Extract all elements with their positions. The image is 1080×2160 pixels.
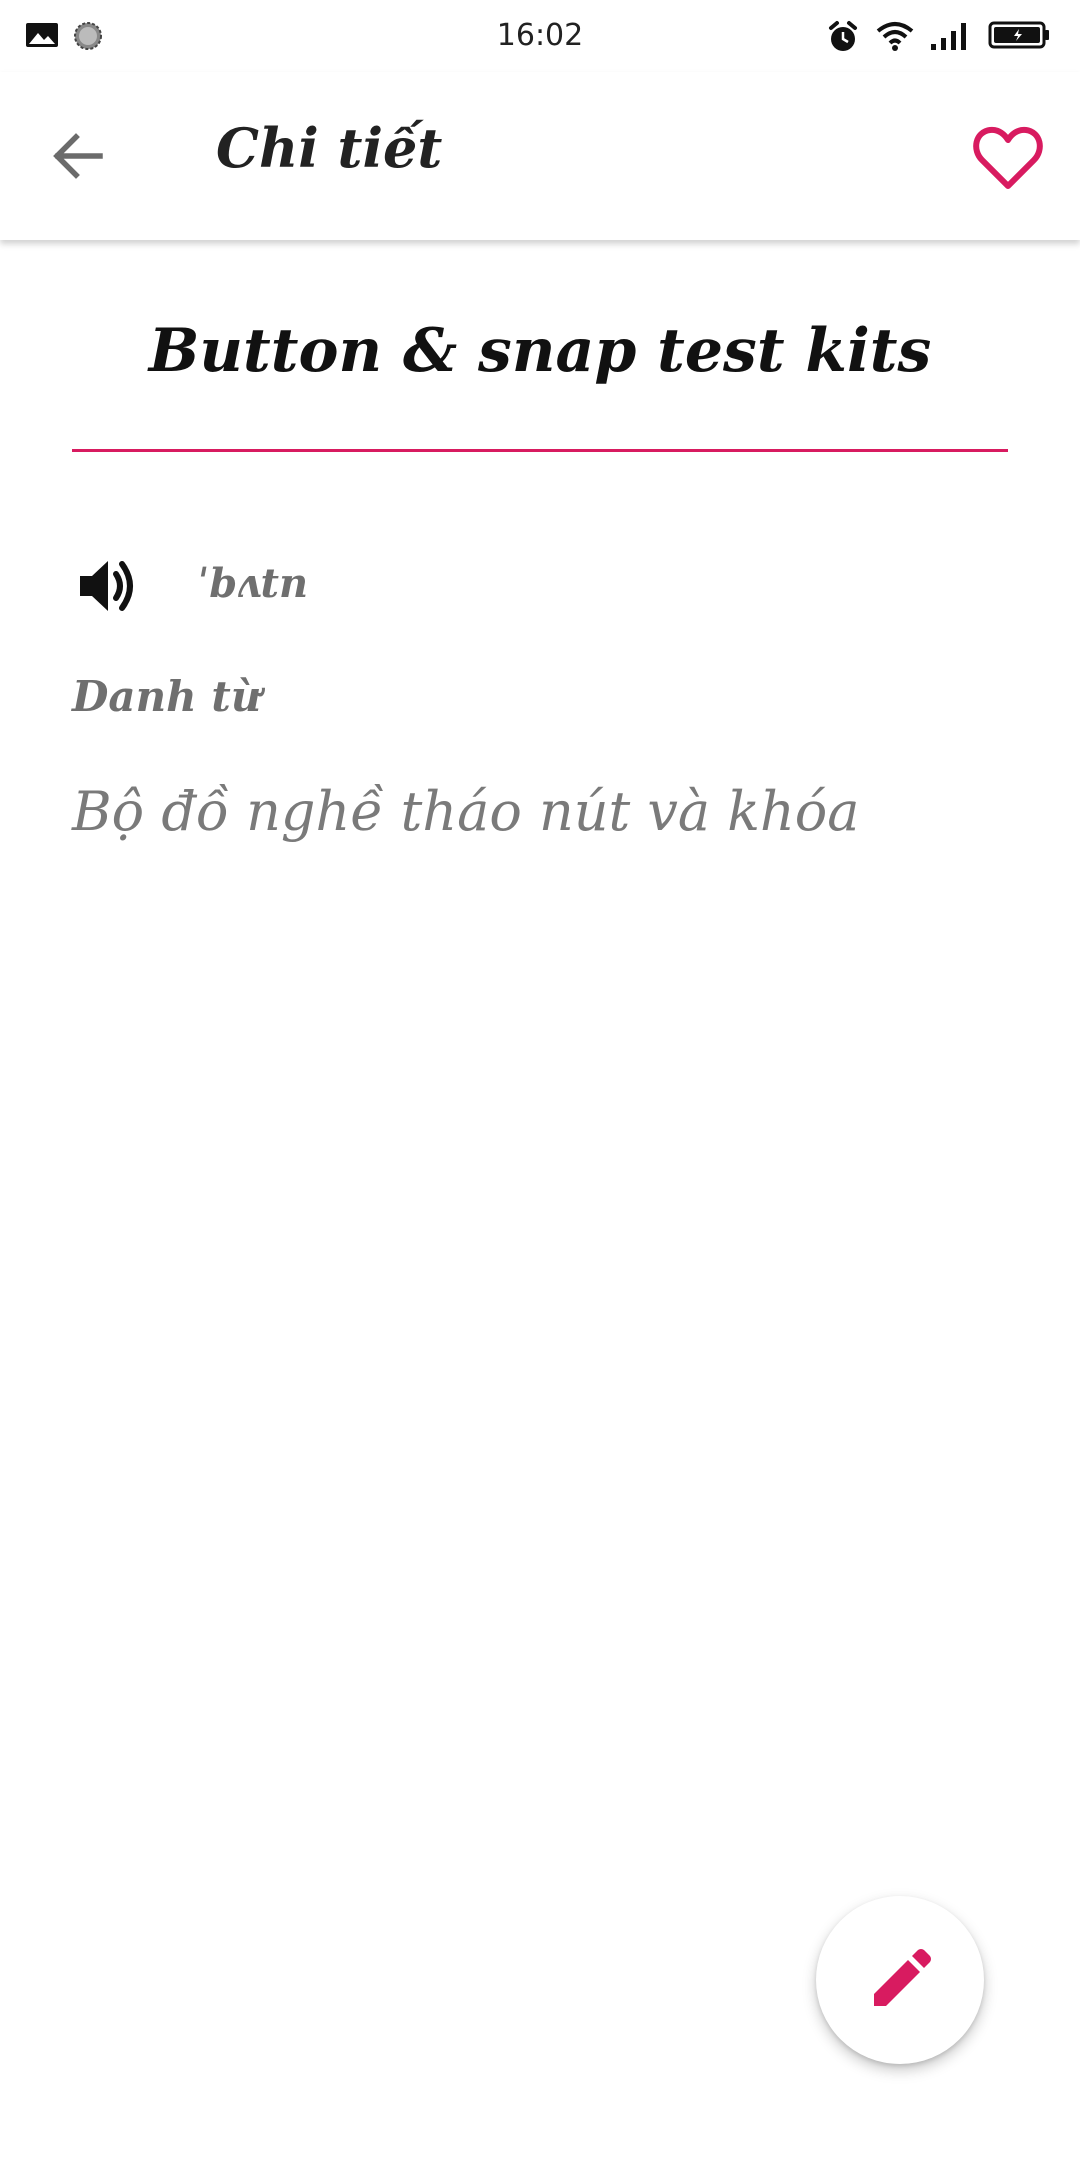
wifi-icon: [876, 22, 914, 51]
page-title: Chi tiết: [216, 116, 443, 180]
arrow-back-icon: [53, 133, 103, 179]
favorite-button[interactable]: [972, 124, 1044, 192]
phonetic-text: ˈbʌtn: [198, 560, 309, 607]
pencil-icon: [874, 1949, 931, 2006]
speaker-icon: [80, 561, 133, 611]
back-button[interactable]: [46, 124, 110, 188]
status-bar: 16:02: [0, 0, 1080, 72]
heart-outline-icon: [973, 126, 1043, 189]
screen: 16:02 Chi tiết Button & snap test kits ˈ…: [0, 0, 1080, 2160]
signal-icon: [931, 23, 966, 50]
status-time: 16:02: [496, 18, 584, 53]
divider: [72, 449, 1008, 452]
word-type: Danh từ: [72, 672, 262, 721]
word-title: Button & snap test kits: [148, 316, 932, 386]
app-bar: Chi tiết: [0, 72, 1080, 240]
pronunciation-button[interactable]: [76, 556, 140, 616]
battery-icon: [988, 21, 1049, 49]
alarm-icon: [829, 21, 857, 51]
edit-fab-button[interactable]: [816, 1896, 984, 2064]
word-meaning: Bộ đồ nghề tháo nút và khóa: [72, 780, 860, 843]
